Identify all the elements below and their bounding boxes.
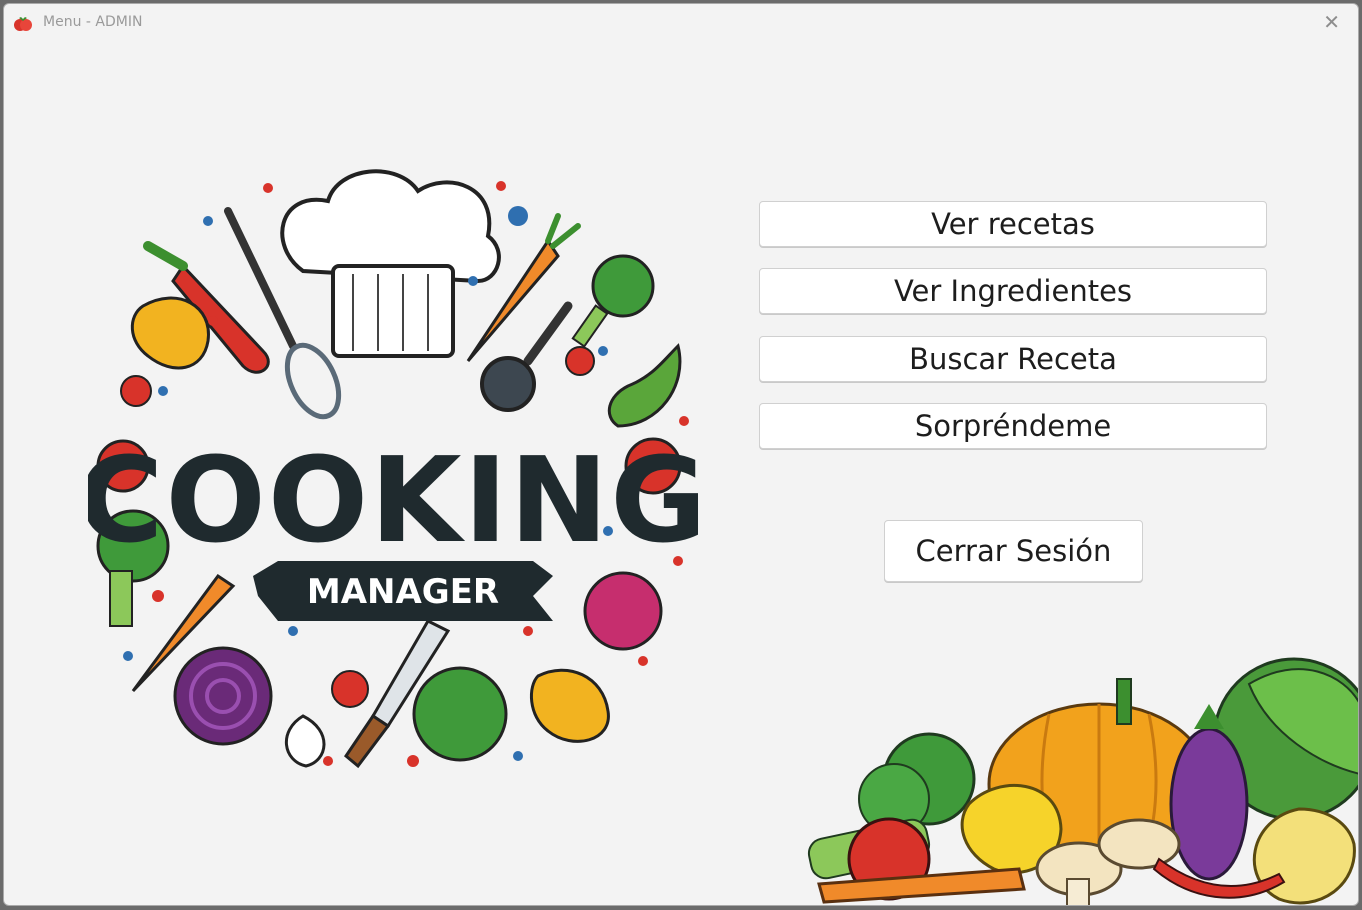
ver-ingredientes-button[interactable]: Ver Ingredientes — [759, 268, 1267, 314]
app-window: Menu - ADMIN ✕ COOKING MANAGER Ver recet… — [3, 3, 1359, 906]
tomato-icon — [565, 346, 595, 376]
green-cabbage-icon — [412, 666, 508, 762]
cooking-manager-logo: COOKING MANAGER — [88, 169, 698, 769]
beet-icon — [583, 571, 663, 651]
broccoli-icon — [571, 254, 655, 348]
logo-subtitle: MANAGER — [307, 572, 499, 612]
cerrar-sesion-button[interactable]: Cerrar Sesión — [884, 520, 1143, 582]
close-icon[interactable]: ✕ — [1323, 12, 1340, 32]
garlic-icon — [285, 714, 326, 768]
yellow-pepper-icon — [529, 668, 610, 743]
buscar-receta-button[interactable]: Buscar Receta — [759, 336, 1267, 382]
logo-title: COOKING — [88, 431, 698, 569]
chef-hat-icon — [280, 169, 501, 358]
red-cabbage-icon — [173, 646, 273, 746]
ver-recetas-button[interactable]: Ver recetas — [759, 201, 1267, 247]
tomato-app-icon — [14, 17, 32, 31]
sorprendeme-button[interactable]: Sorpréndeme — [759, 403, 1267, 449]
window-title: Menu - ADMIN — [43, 14, 143, 30]
title-bar: Menu - ADMIN ✕ — [4, 4, 1358, 42]
vegetables-illustration — [807, 657, 1358, 905]
tomato-icon — [331, 670, 369, 708]
yellow-pepper-icon — [130, 296, 210, 370]
manager-banner: MANAGER — [253, 561, 553, 621]
green-chili-icon — [607, 343, 682, 428]
tomato-icon — [120, 375, 152, 407]
